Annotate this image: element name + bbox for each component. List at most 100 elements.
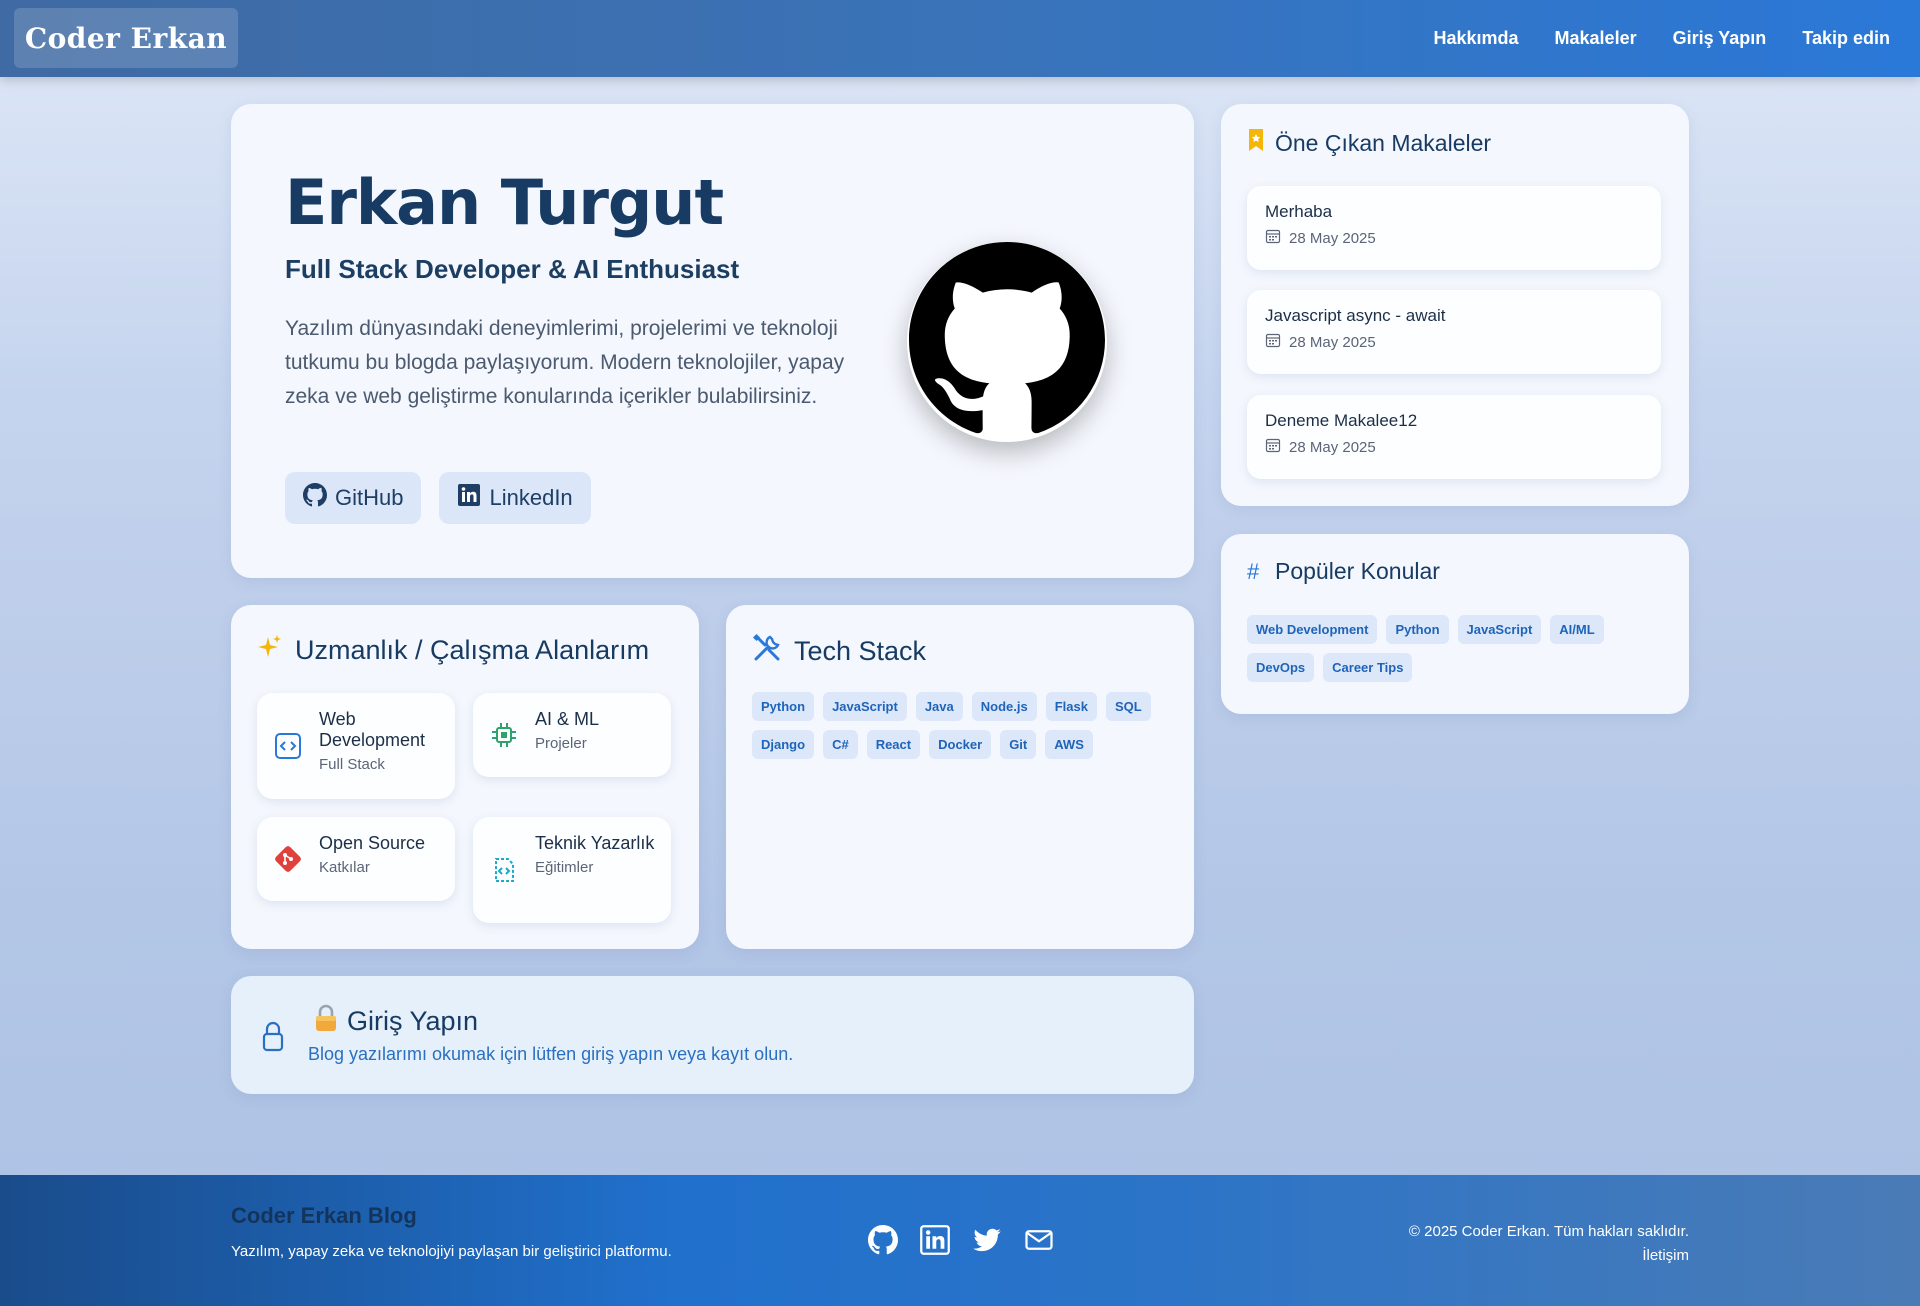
topic-tag[interactable]: DevOps (1247, 653, 1315, 682)
navbar: Coder Erkan Hakkımda Makaleler Giriş Yap… (0, 0, 1920, 77)
mail-icon[interactable] (1024, 1225, 1054, 1259)
calendar-icon (1265, 437, 1281, 457)
nav-link-about[interactable]: Hakkımda (1433, 28, 1518, 49)
article-title: Deneme Makalee12 (1265, 411, 1418, 430)
topic-tag[interactable]: AI/ML (1550, 615, 1604, 644)
expertise-item-opensource[interactable]: Open Source Katkılar (257, 817, 455, 901)
footer-subtitle: Yazılım, yapay zeka ve teknolojiyi payla… (231, 1243, 672, 1260)
article-date-text: 28 May 2025 (1289, 229, 1376, 247)
bookmark-icon (1247, 128, 1265, 158)
popular-tags: Web Development Python JavaScript AI/ML … (1247, 615, 1667, 682)
calendar-icon (1265, 332, 1281, 352)
expertise-item-name: Open Source (319, 833, 426, 853)
tech-tag[interactable]: C# (823, 730, 858, 759)
article-title: Merhaba (1265, 202, 1333, 221)
article-date-text: 28 May 2025 (1289, 438, 1376, 456)
topic-tag[interactable]: Web Development (1247, 615, 1378, 644)
login-subtitle: Blog yazılarımı okumak için lütfen giriş… (308, 1044, 794, 1064)
topic-tag[interactable]: Career Tips (1323, 653, 1413, 682)
article-date: 28 May 2025 (1265, 437, 1643, 457)
lock-emoji-icon (313, 1004, 339, 1039)
topic-tag[interactable]: JavaScript (1457, 615, 1542, 644)
tech-tag[interactable]: JavaScript (823, 692, 907, 721)
tech-tag[interactable]: Node.js (971, 692, 1037, 721)
featured-title: Öne Çıkan Makaleler (1247, 128, 1491, 158)
expertise-item-ai[interactable]: AI & ML Projeler (473, 693, 671, 777)
nav-links: Hakkımda Makaleler Giriş Yapın Takip edi… (1433, 0, 1890, 77)
topic-tag[interactable]: Python (1386, 615, 1449, 644)
expertise-item-sub: Eğitimler (535, 859, 594, 876)
article-item[interactable]: Merhaba 28 May 2025 (1247, 186, 1661, 270)
linkedin-icon[interactable] (920, 1225, 950, 1259)
tech-title-text: Tech Stack (794, 636, 927, 666)
login-title-text: Giriş Yapın (347, 1006, 479, 1036)
nav-link-follow[interactable]: Takip edin (1802, 28, 1890, 49)
code-icon (273, 731, 303, 761)
expertise-item-name: Web Development (319, 709, 426, 750)
article-date: 28 May 2025 (1265, 228, 1643, 248)
footer-title: Coder Erkan Blog (231, 1203, 417, 1228)
file-code-icon (489, 855, 519, 885)
tech-tag[interactable]: Python (752, 692, 815, 721)
expertise-item-name: Teknik Yazarlık (535, 833, 655, 853)
article-date: 28 May 2025 (1265, 332, 1643, 352)
login-title: Giriş Yapın (313, 1004, 478, 1039)
tech-tag[interactable]: Docker (929, 730, 992, 759)
tech-tag[interactable]: Django (752, 730, 815, 759)
expertise-item-sub: Full Stack (319, 756, 385, 773)
featured-title-text: Öne Çıkan Makaleler (1275, 129, 1492, 156)
hash-icon: # (1247, 558, 1260, 584)
tech-tag[interactable]: Flask (1045, 692, 1097, 721)
sparkle-icon (257, 633, 283, 668)
github-octocat-icon (909, 242, 1105, 442)
tools-icon (752, 633, 782, 670)
expertise-item-writing[interactable]: Teknik Yazarlık Eğitimler (473, 817, 671, 923)
calendar-icon (1265, 228, 1281, 248)
footer-contact-link[interactable]: İletişim (1409, 1244, 1689, 1268)
tech-title: Tech Stack (752, 633, 926, 670)
tech-stack-card: Tech Stack Python JavaScript Java Node.j… (726, 605, 1194, 949)
popular-topics-card: # Popüler Konular Web Development Python… (1221, 534, 1689, 714)
login-prompt-card[interactable]: Giriş Yapın Blog yazılarımı okumak için … (231, 976, 1194, 1094)
expertise-item-name: AI & ML (535, 709, 600, 729)
nav-link-login[interactable]: Giriş Yapın (1673, 28, 1767, 49)
expertise-title-text: Uzmanlık / Çalışma Alanlarım (295, 635, 650, 665)
brand-logo[interactable]: Coder Erkan (14, 8, 238, 68)
tech-tag[interactable]: React (866, 730, 921, 759)
footer: Coder Erkan Blog Yazılım, yapay zeka ve … (0, 1175, 1920, 1306)
hero-card: Erkan Turgut Full Stack Developer & AI E… (231, 104, 1194, 578)
expertise-item-sub: Projeler (535, 735, 587, 752)
tech-tag[interactable]: Java (915, 692, 963, 721)
footer-right: © 2025 Coder Erkan. Tüm hakları saklıdır… (1409, 1220, 1689, 1268)
expertise-item-sub: Katkılar (319, 859, 370, 876)
expertise-item-web[interactable]: Web Development Full Stack (257, 693, 455, 799)
expertise-card: Uzmanlık / Çalışma Alanlarım Web Develop… (231, 605, 699, 949)
popular-title: # Popüler Konular (1247, 558, 1440, 585)
cpu-icon (489, 720, 519, 750)
linkedin-button[interactable]: LinkedIn (439, 472, 591, 524)
hero-subtitle: Full Stack Developer & AI Enthusiast (285, 254, 740, 284)
github-icon (303, 483, 327, 513)
github-button[interactable]: GitHub (285, 472, 422, 524)
twitter-icon[interactable] (972, 1225, 1002, 1259)
git-icon (273, 844, 303, 874)
hero-description: Yazılım dünyasındaki deneyimlerimi, proj… (285, 317, 845, 408)
popular-title-text: Popüler Konular (1275, 558, 1440, 584)
hero-name: Erkan Turgut (285, 166, 724, 239)
avatar (907, 242, 1107, 442)
linkedin-button-label: LinkedIn (489, 485, 573, 510)
github-icon[interactable] (868, 1225, 898, 1259)
tech-tag[interactable]: SQL (1105, 692, 1151, 721)
hero-social-buttons: GitHub LinkedIn (285, 472, 591, 524)
nav-link-articles[interactable]: Makaleler (1555, 28, 1637, 49)
tech-tag[interactable]: AWS (1045, 730, 1093, 759)
linkedin-icon (457, 483, 481, 513)
lock-outline-icon (261, 1020, 285, 1056)
tech-tag[interactable]: Git (1000, 730, 1037, 759)
article-item[interactable]: Javascript async - await 28 May 2025 (1247, 290, 1661, 374)
footer-social-icons (868, 1225, 1054, 1259)
tech-tags: Python JavaScript Java Node.js Flask SQL… (752, 692, 1172, 759)
footer-copyright: © 2025 Coder Erkan. Tüm hakları saklıdır… (1408, 1223, 1689, 1240)
featured-articles-card: Öne Çıkan Makaleler Merhaba 28 May 2025 … (1221, 104, 1689, 506)
article-item[interactable]: Deneme Makalee12 28 May 2025 (1247, 395, 1661, 479)
